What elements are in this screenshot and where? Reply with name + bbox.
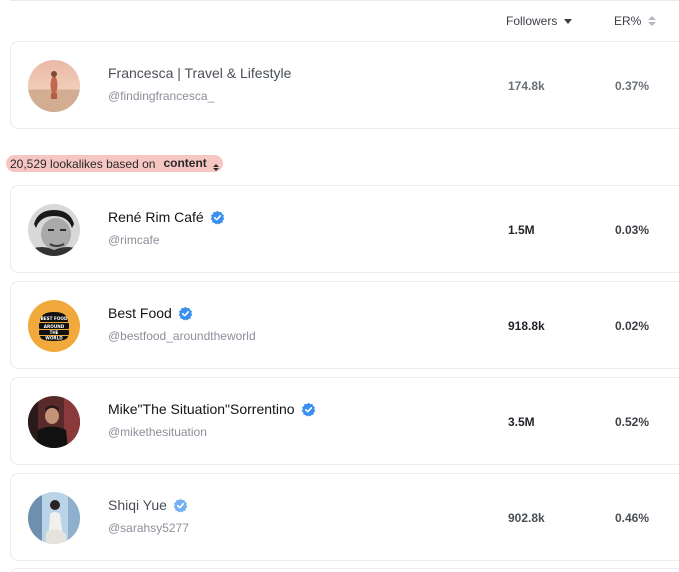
er-column-header[interactable]: ER% [614,14,657,28]
er-value: 0.03% [615,223,650,237]
account-name-text: Shiqi Yue [108,497,167,513]
lookalikes-summary: 20,529 lookalikes based on content [6,155,224,172]
followers-value: 3.5M [508,415,535,429]
account-handle: @rimcafe [108,233,160,247]
account-name[interactable]: Shiqi Yue [108,497,188,513]
lookalikes-count-text: 20,529 lookalikes based on [10,156,156,171]
sort-icon [648,16,657,26]
select-arrows-icon [213,164,220,171]
account-name[interactable]: René Rim Café [108,209,225,225]
followers-value: 1.5M [508,223,535,237]
sort-desc-icon [564,18,573,24]
verified-badge-icon [210,210,224,225]
followers-value: 902.8k [508,511,545,525]
account-handle: @findingfrancesca_ [108,89,215,103]
avatar [28,60,80,112]
account-name[interactable]: Mike"The Situation"Sorrentino [108,401,316,417]
er-value: 0.37% [615,79,650,93]
lookalikes-basis-value: content [163,156,207,170]
avatar [28,492,80,544]
lookalike-row[interactable]: Shiqi Yue @sarahsy5277 902.8k 0.46% [10,473,679,561]
avatar: BEST FOOD AROUND THE WORLD [28,300,80,352]
lookalike-row[interactable]: René Rim Café @rimcafe 1.5M 0.03% [10,185,679,273]
account-handle: @mikethesituation [108,425,207,439]
svg-text:BEST FOOD: BEST FOOD [41,316,68,321]
er-header-label: ER% [614,14,642,28]
table-header: Followers ER% [10,0,679,38]
verified-badge-icon [301,402,315,417]
er-value: 0.02% [615,319,650,333]
account-name-text: René Rim Café [108,209,204,225]
followers-column-header[interactable]: Followers [506,14,573,28]
followers-value: 918.8k [508,319,545,333]
svg-text:WORLD: WORLD [45,336,63,341]
account-name[interactable]: Best Food [108,305,193,321]
lookalike-row[interactable]: BEST FOOD AROUND THE WORLD Best Food @be… [10,281,679,369]
er-value: 0.52% [615,415,650,429]
er-value: 0.46% [615,511,650,525]
lookalikes-basis-select[interactable]: content [163,156,220,171]
account-handle: @bestfood_aroundtheworld [108,329,256,343]
svg-text:AROUND: AROUND [44,324,65,329]
lookalike-row[interactable]: Mike"The Situation"Sorrentino @mikethesi… [10,377,679,465]
account-name-text: Best Food [108,305,172,321]
account-handle: @sarahsy5277 [108,521,189,535]
account-name-text: Francesca | Travel & Lifestyle [108,65,292,81]
followers-value: 174.8k [508,79,545,93]
verified-badge-icon [178,306,193,321]
followers-header-label: Followers [506,14,558,28]
seed-account-row[interactable]: Francesca | Travel & Lifestyle @findingf… [10,41,679,129]
lookalikes-page: Followers ER% Francesca | Travel & Lifes… [0,0,679,572]
svg-text:THE: THE [50,330,59,335]
verified-badge-icon [173,498,188,513]
account-name[interactable]: Francesca | Travel & Lifestyle [108,65,291,81]
account-name-text: Mike"The Situation"Sorrentino [108,401,295,417]
next-row-edge [10,568,679,572]
avatar [28,396,80,448]
avatar [28,204,80,256]
